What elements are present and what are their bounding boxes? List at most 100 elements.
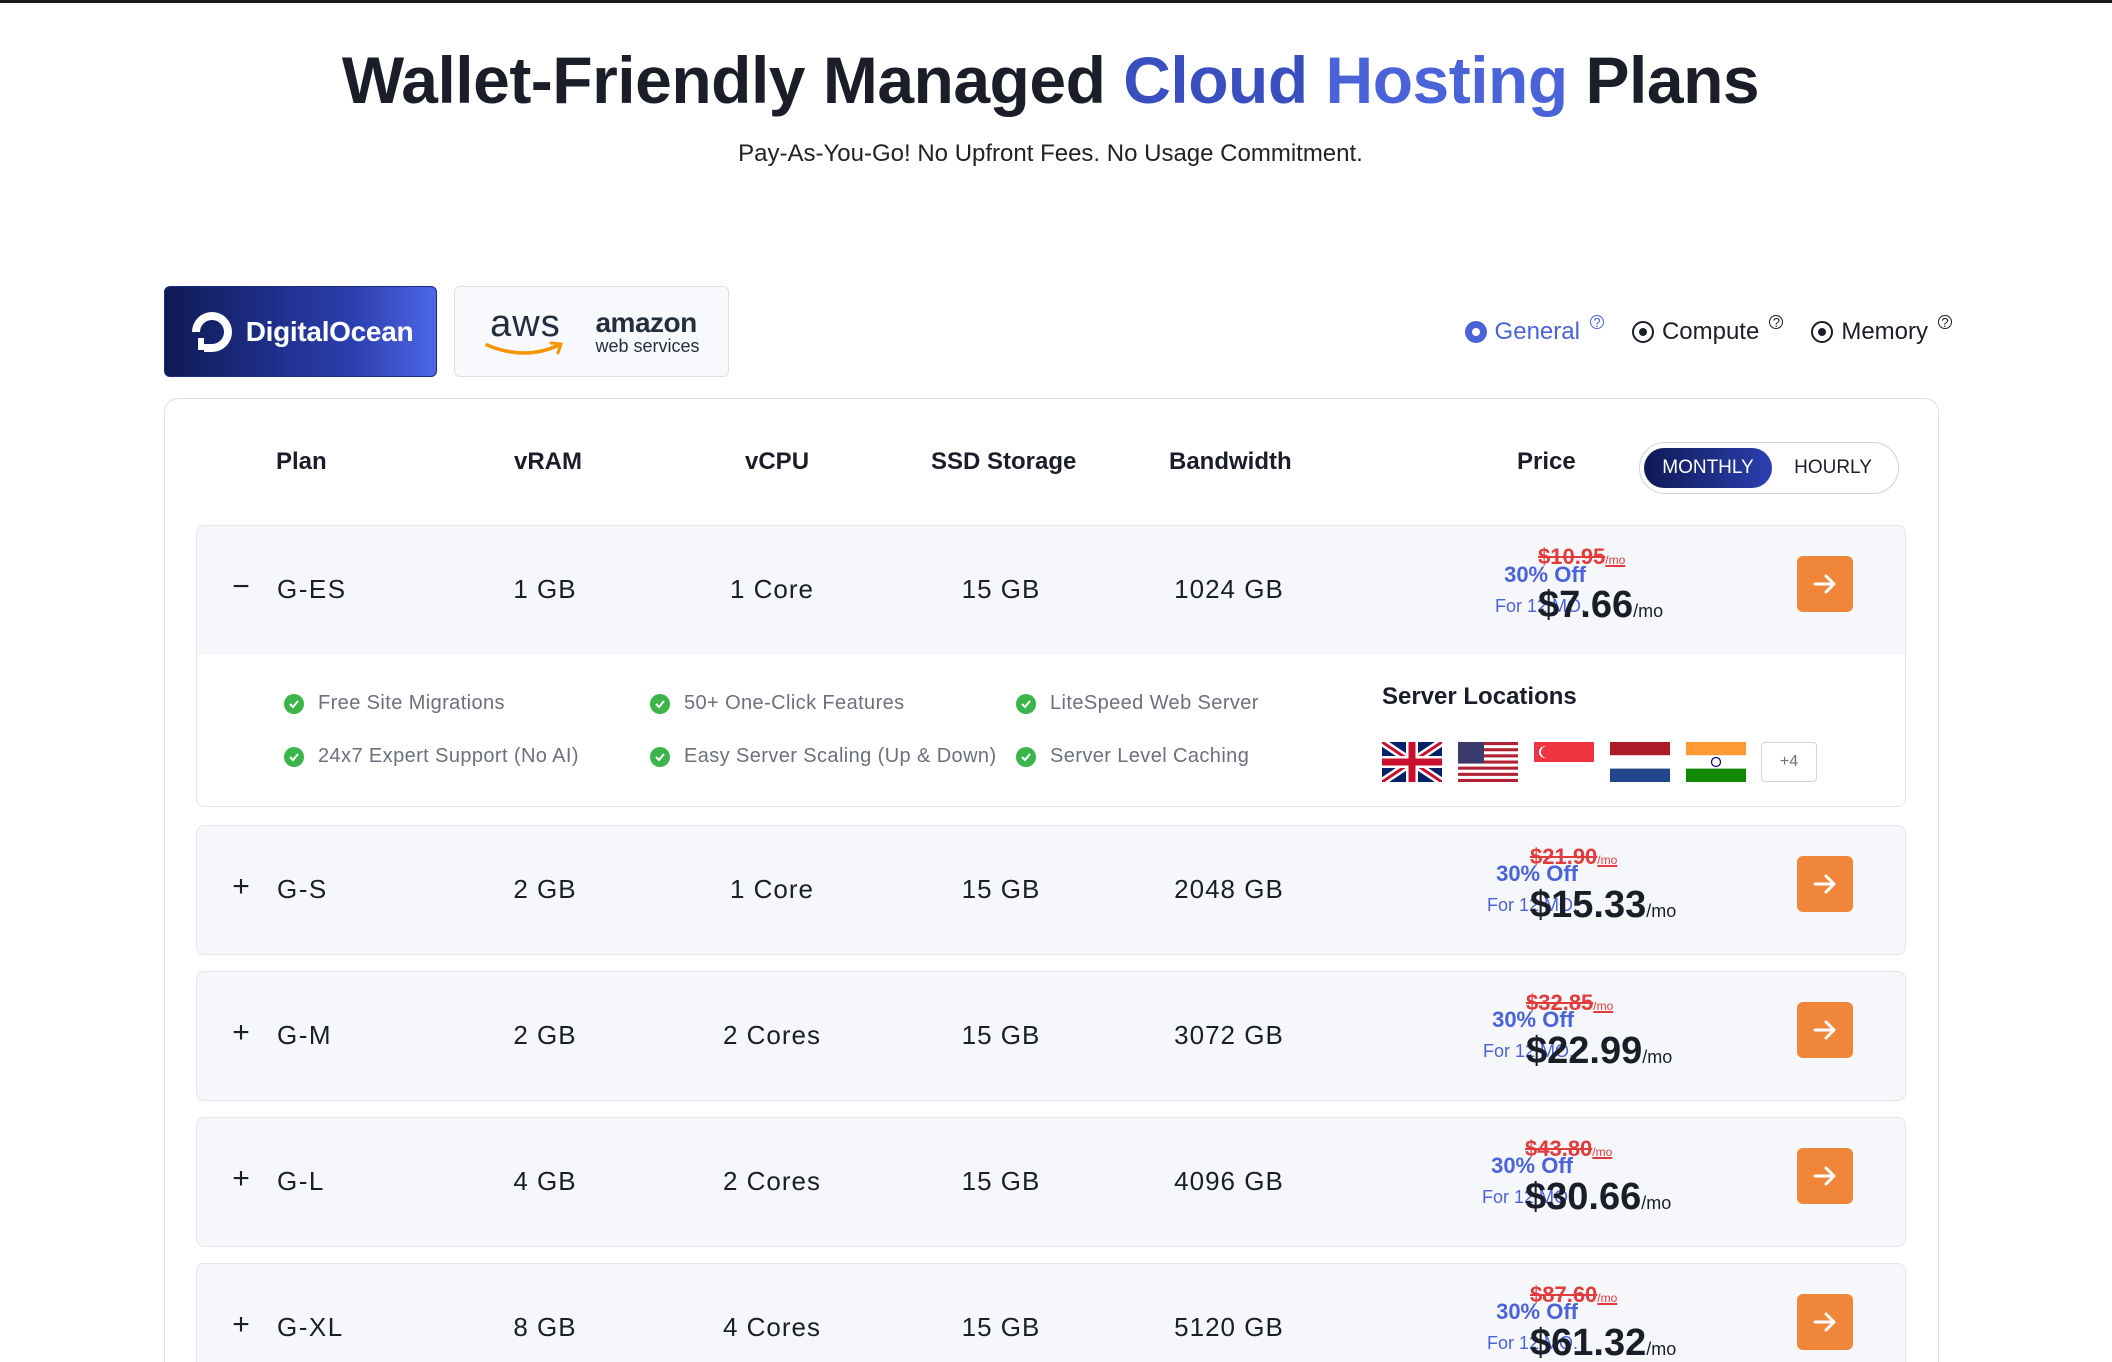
plan-bandwidth: 5120 GB xyxy=(1174,1312,1284,1342)
original-price-unit: /mo xyxy=(1593,999,1614,1013)
title-part-5: Plans xyxy=(1585,43,1760,117)
radio-memory-label: Memory xyxy=(1841,318,1928,345)
feature-item: 24x7 Expert Support (No AI) xyxy=(284,745,579,768)
help-icon[interactable]: ? xyxy=(1589,315,1604,330)
plan-bandwidth: 1024 GB xyxy=(1174,574,1284,604)
plan-row-g-xl[interactable]: + G-XL 8 GB 4 Cores 15 GB 5120 GB 30% Of… xyxy=(196,1263,1906,1362)
plan-vcpu: 1 Core xyxy=(729,874,815,904)
header-storage: SSD Storage xyxy=(931,448,1077,475)
header-vram: vRAM xyxy=(514,448,583,475)
plan-vcpu: 4 Cores xyxy=(722,1312,822,1342)
select-plan-button[interactable] xyxy=(1797,1002,1853,1058)
radio-icon xyxy=(1811,321,1834,343)
singapore-flag-icon xyxy=(1534,742,1594,782)
select-plan-button[interactable] xyxy=(1797,1294,1853,1350)
top-border xyxy=(0,0,2112,3)
feature-label: 50+ One-Click Features xyxy=(684,692,905,714)
billing-hourly-button[interactable]: HOURLY xyxy=(1778,448,1888,488)
plan-name: G-L xyxy=(277,1166,325,1196)
radio-compute[interactable]: Compute ? xyxy=(1631,315,1784,346)
provider-tab-digitalocean[interactable]: DigitalOcean xyxy=(164,286,437,377)
radio-icon xyxy=(1631,321,1654,343)
feature-label: Free Site Migrations xyxy=(318,692,505,714)
discounted-price-value: $7.66 xyxy=(1538,584,1634,626)
discounted-price: $7.66/mo xyxy=(1538,584,1663,627)
plan-row-g-l[interactable]: + G-L 4 GB 2 Cores 15 GB 4096 GB 30% Off… xyxy=(196,1117,1906,1247)
check-icon xyxy=(1016,693,1036,714)
feature-label: LiteSpeed Web Server xyxy=(1050,692,1259,714)
discounted-price-unit: /mo xyxy=(1646,1339,1677,1359)
help-icon[interactable]: ? xyxy=(1769,315,1784,330)
expand-icon[interactable]: + xyxy=(229,1308,253,1342)
uk-flag-icon xyxy=(1382,742,1442,782)
plan-storage: 15 GB xyxy=(961,574,1041,604)
plan-storage: 15 GB xyxy=(961,874,1041,904)
plan-name: G-M xyxy=(277,1020,333,1050)
plan-row-g-m[interactable]: + G-M 2 GB 2 Cores 15 GB 3072 GB 30% Off… xyxy=(196,971,1906,1101)
plan-row-g-es[interactable]: − G-ES 1 GB 1 Core 15 GB 1024 GB 30% Off… xyxy=(196,525,1906,655)
plan-bandwidth: 2048 GB xyxy=(1174,874,1284,904)
radio-general[interactable]: General ? xyxy=(1464,315,1604,346)
feature-item: 50+ One-Click Features xyxy=(650,692,905,715)
expand-icon[interactable]: + xyxy=(229,1162,253,1196)
plan-bandwidth: 3072 GB xyxy=(1174,1020,1284,1050)
original-price-unit: /mo xyxy=(1592,1145,1613,1159)
aws-smile-icon xyxy=(485,341,564,355)
provider-tab-aws[interactable]: aws amazon web services xyxy=(454,286,729,377)
radio-compute-label: Compute xyxy=(1661,318,1760,345)
plan-vram: 2 GB xyxy=(513,1020,577,1050)
amazon-label: amazon xyxy=(595,306,697,338)
server-locations-title: Server Locations xyxy=(1382,683,1577,710)
plan-vram: 8 GB xyxy=(513,1312,577,1342)
plan-name: G-XL xyxy=(277,1312,344,1342)
discounted-price-unit: /mo xyxy=(1633,601,1664,621)
billing-period-toggle: MONTHLY HOURLY xyxy=(1639,442,1899,494)
select-plan-button[interactable] xyxy=(1797,856,1853,912)
check-icon xyxy=(650,693,670,714)
title-part-4: Hosting xyxy=(1325,43,1569,117)
us-flag-icon xyxy=(1458,742,1518,782)
original-price: $43.80/mo xyxy=(1525,1136,1612,1162)
arrow-right-icon xyxy=(1813,1312,1836,1332)
plan-vcpu: 2 Cores xyxy=(722,1020,822,1050)
billing-monthly-button[interactable]: MONTHLY xyxy=(1644,448,1772,488)
plan-bandwidth: 4096 GB xyxy=(1174,1166,1284,1196)
feature-item: Server Level Caching xyxy=(1016,745,1249,768)
select-plan-button[interactable] xyxy=(1797,1148,1853,1204)
title-part-2: Managed xyxy=(822,43,1106,117)
original-price-value: $43.80 xyxy=(1525,1136,1593,1161)
expand-icon[interactable]: + xyxy=(229,870,253,904)
discounted-price-value: $22.99 xyxy=(1526,1030,1643,1072)
plan-row-g-s[interactable]: + G-S 2 GB 1 Core 15 GB 2048 GB 30% Off … xyxy=(196,825,1906,955)
feature-item: Easy Server Scaling (Up & Down) xyxy=(650,745,997,768)
plan-storage: 15 GB xyxy=(961,1166,1041,1196)
original-price-value: $32.85 xyxy=(1526,990,1594,1015)
plan-storage: 15 GB xyxy=(961,1020,1041,1050)
select-plan-button[interactable] xyxy=(1797,556,1853,612)
feature-item: LiteSpeed Web Server xyxy=(1016,692,1259,715)
original-price: $87.60/mo xyxy=(1530,1282,1617,1308)
plan-details xyxy=(196,655,1906,807)
collapse-icon[interactable]: − xyxy=(229,570,253,604)
arrow-right-icon xyxy=(1813,1166,1836,1186)
original-price: $10.95/mo xyxy=(1538,544,1625,570)
feature-label: Server Level Caching xyxy=(1050,745,1250,767)
arrow-right-icon xyxy=(1813,874,1836,894)
radio-memory[interactable]: Memory ? xyxy=(1811,315,1952,346)
original-price-value: $10.95 xyxy=(1538,544,1606,569)
original-price-unit: /mo xyxy=(1597,853,1618,867)
title-part-1: Wallet-Friendly xyxy=(341,43,806,117)
discounted-price-value: $61.32 xyxy=(1530,1322,1647,1362)
more-locations-badge[interactable]: +4 xyxy=(1761,742,1817,782)
help-icon[interactable]: ? xyxy=(1938,315,1952,330)
web-services-label: web services xyxy=(595,335,700,356)
netherlands-flag-icon xyxy=(1610,742,1670,782)
feature-label: 24x7 Expert Support (No AI) xyxy=(318,745,579,767)
page-subtitle: Pay-As-You-Go! No Upfront Fees. No Usage… xyxy=(738,140,1363,167)
discounted-price-unit: /mo xyxy=(1646,901,1677,921)
expand-icon[interactable]: + xyxy=(229,1016,253,1050)
plan-type-selector: General ? Compute ? Memory ? xyxy=(1464,315,1952,346)
header-plan: Plan xyxy=(276,448,327,475)
plan-vram: 1 GB xyxy=(513,574,577,604)
check-icon xyxy=(284,746,304,767)
